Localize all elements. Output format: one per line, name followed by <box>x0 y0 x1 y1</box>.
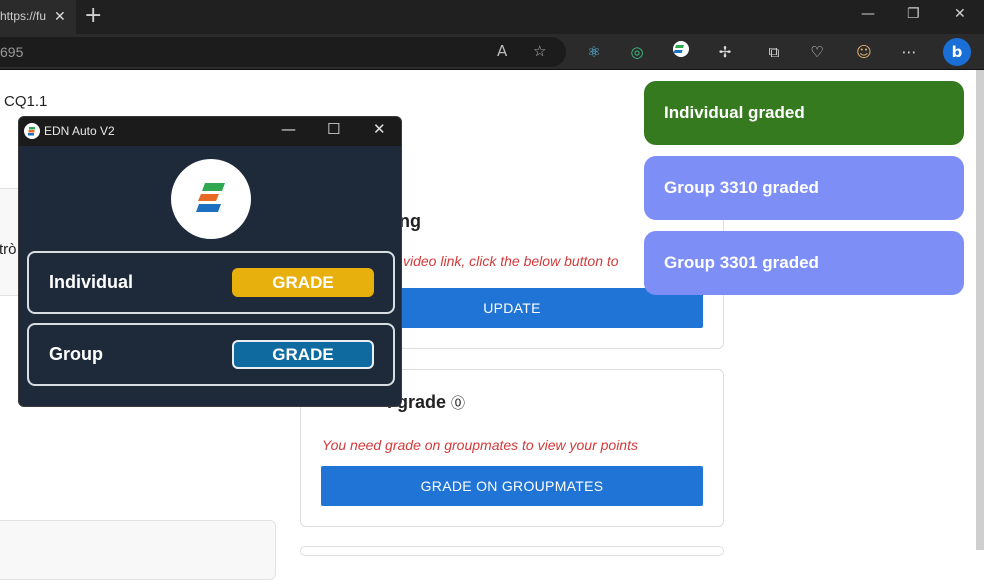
tab-bar: https://fu ✕ + — ❐ ✕ <box>0 0 984 34</box>
close-tab-icon[interactable]: ✕ <box>54 8 66 25</box>
app-titlebar: EDN Auto V2 — ☐ ✕ <box>19 117 401 146</box>
individual-label: Individual <box>49 272 134 292</box>
edn-auto-window: EDN Auto V2 — ☐ ✕ Individual GRADE Group… <box>18 116 402 407</box>
individual-row: Individual GRADE <box>27 251 395 314</box>
app-main-logo-icon <box>171 159 251 239</box>
grade-card-note: You need grade on groupmates to view you… <box>322 437 638 453</box>
app-close-icon[interactable]: ✕ <box>373 120 386 138</box>
app-title: EDN Auto V2 <box>44 124 115 138</box>
app-maximize-icon[interactable]: ☐ <box>327 120 340 138</box>
group-row: Group GRADE <box>27 323 395 386</box>
group-grade-button[interactable]: GRADE <box>232 340 374 369</box>
restore-icon[interactable]: ❐ <box>907 6 920 22</box>
next-card <box>300 546 724 556</box>
url-text: 695 <box>0 44 24 60</box>
browser-essentials-icon[interactable]: ♡ <box>806 41 828 63</box>
individual-grade-button[interactable]: GRADE <box>232 268 374 297</box>
address-bar-row: 695 A ☆ <box>0 34 984 70</box>
bottom-panel <box>0 520 276 580</box>
tab-title: https://fu <box>0 9 47 23</box>
minimize-icon[interactable]: — <box>861 6 875 22</box>
toast-individual-graded[interactable]: Individual graded <box>644 81 964 145</box>
meeting-card-note: video link, click the below button to <box>403 253 619 269</box>
profile-avatar-icon[interactable]: ☺ <box>853 41 875 63</box>
url-field[interactable]: 695 A ☆ <box>0 37 566 67</box>
browser-tab[interactable]: https://fu ✕ <box>0 0 76 34</box>
new-tab-icon[interactable]: + <box>84 3 102 28</box>
close-window-icon[interactable]: ✕ <box>954 6 966 22</box>
react-devtools-icon[interactable]: ⚛ <box>583 41 605 63</box>
app-minimize-icon[interactable]: — <box>281 120 296 138</box>
toast-group-3310-graded[interactable]: Group 3310 graded <box>644 156 964 220</box>
grade-on-groupmates-button[interactable]: GRADE ON GROUPMATES <box>321 466 703 506</box>
bing-copilot-icon[interactable]: b <box>943 38 971 66</box>
help-icon[interactable]: ⓪ <box>451 395 465 411</box>
left-panel-text: trò <box>0 241 17 258</box>
more-menu-icon[interactable]: ⋯ <box>898 41 920 63</box>
edn-extension-icon[interactable] <box>670 41 692 63</box>
read-aloud-icon[interactable]: A <box>497 42 507 60</box>
collections-icon[interactable]: ⧉ <box>763 41 785 63</box>
page-scrollbar[interactable] <box>976 70 984 550</box>
group-label: Group <box>49 344 103 364</box>
breadcrumb: CQ1.1 <box>4 93 48 110</box>
toast-group-3301-graded[interactable]: Group 3301 graded <box>644 231 964 295</box>
extensions-icon[interactable]: ✢ <box>714 41 736 63</box>
extension-circle-icon[interactable]: ◎ <box>626 41 648 63</box>
app-logo-icon <box>24 123 40 139</box>
add-favorite-icon[interactable]: ☆ <box>533 42 546 60</box>
